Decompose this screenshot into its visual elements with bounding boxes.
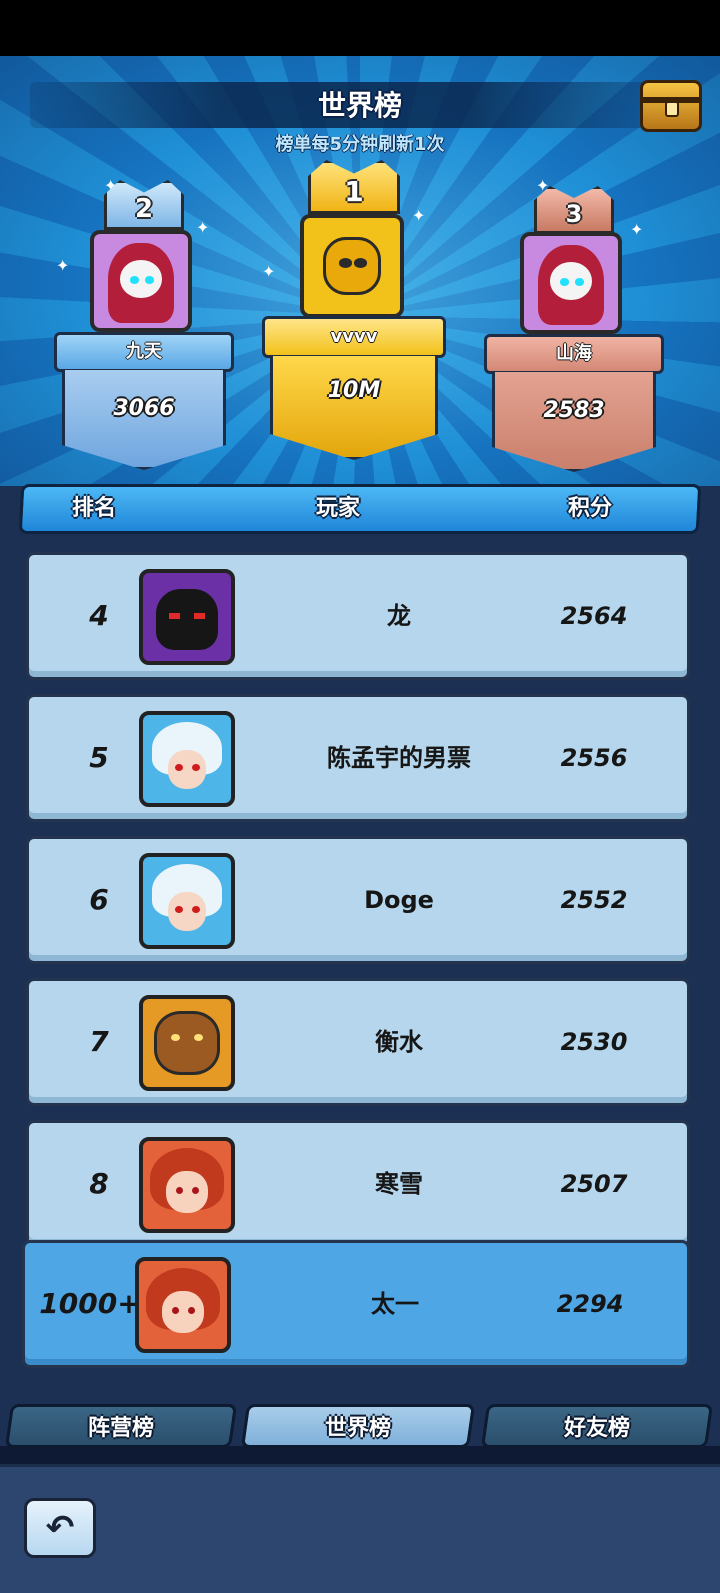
refresh-note: 榜单每5分钟刷新1次 <box>275 134 445 155</box>
avatar <box>139 995 235 1091</box>
back-arrow-icon[interactable]: ↶ <box>24 1498 96 1558</box>
tab-faction-label: 阵营榜 <box>87 1416 154 1441</box>
tab-world-label: 世界榜 <box>324 1416 391 1441</box>
player-name: 山海 <box>484 334 664 374</box>
player-name: vvvv <box>262 316 446 358</box>
avatar <box>139 569 235 665</box>
row-player-name: 太一 <box>371 1290 419 1318</box>
row-rank: 6 <box>89 883 109 916</box>
rank-badge: 3 <box>534 186 614 234</box>
table-row[interactable]: 8 寒雪 2507 <box>26 1120 690 1248</box>
page-title: 世界榜 <box>317 89 402 122</box>
avatar <box>300 214 404 318</box>
row-player-name: 寒雪 <box>375 1170 423 1198</box>
crown-icon: 1 <box>308 160 400 214</box>
player-score: 3066 <box>113 396 175 421</box>
row-score: 2552 <box>560 886 628 914</box>
row-score: 2294 <box>556 1290 624 1318</box>
row-rank: 5 <box>89 741 109 774</box>
row-player-name: 衡水 <box>375 1028 423 1056</box>
player-name: 九天 <box>54 332 234 372</box>
avatar <box>135 1257 231 1353</box>
row-score: 2530 <box>560 1028 628 1056</box>
avatar <box>520 232 622 334</box>
column-player: 玩家 <box>316 496 361 521</box>
avatar <box>90 230 192 332</box>
podium-third[interactable]: 3 山海 2583 <box>484 186 664 476</box>
column-rank: 排名 <box>72 496 117 521</box>
row-rank: 8 <box>89 1167 109 1200</box>
tab-friends-label: 好友榜 <box>563 1416 630 1441</box>
column-score: 积分 <box>568 496 613 521</box>
rank-badge: 2 <box>104 180 184 230</box>
avatar <box>139 1137 235 1233</box>
row-score: 2564 <box>560 602 628 630</box>
row-player-name: 龙 <box>387 602 411 630</box>
self-row[interactable]: 1000+ 太一 2294 <box>22 1240 690 1368</box>
player-score: 10M <box>327 378 381 403</box>
footer-bar <box>0 1464 720 1593</box>
row-score: 2507 <box>560 1170 628 1198</box>
table-row[interactable]: 5 陈孟宇的男票 2556 <box>26 694 690 822</box>
row-rank: 7 <box>89 1025 109 1058</box>
table-row[interactable]: 6 Doge 2552 <box>26 836 690 964</box>
table-row[interactable]: 4 龙 2564 <box>26 552 690 680</box>
row-rank: 1000+ <box>39 1287 141 1320</box>
podium-first[interactable]: 1 vvvv 10M <box>262 160 446 460</box>
chest-lock-icon <box>665 101 679 117</box>
row-player-name: Doge <box>364 886 434 914</box>
podium-second[interactable]: 2 九天 3066 <box>54 180 234 470</box>
avatar <box>139 853 235 949</box>
pedestal <box>270 356 438 460</box>
treasure-chest-icon[interactable] <box>640 80 702 132</box>
player-score: 2583 <box>543 398 605 423</box>
row-rank: 4 <box>89 599 109 632</box>
status-bar <box>0 0 720 56</box>
rank-badge: 1 <box>344 175 364 208</box>
row-score: 2556 <box>560 744 628 772</box>
avatar <box>139 711 235 807</box>
row-player-name: 陈孟宇的男票 <box>327 744 471 772</box>
table-row[interactable]: 7 衡水 2530 <box>26 978 690 1106</box>
